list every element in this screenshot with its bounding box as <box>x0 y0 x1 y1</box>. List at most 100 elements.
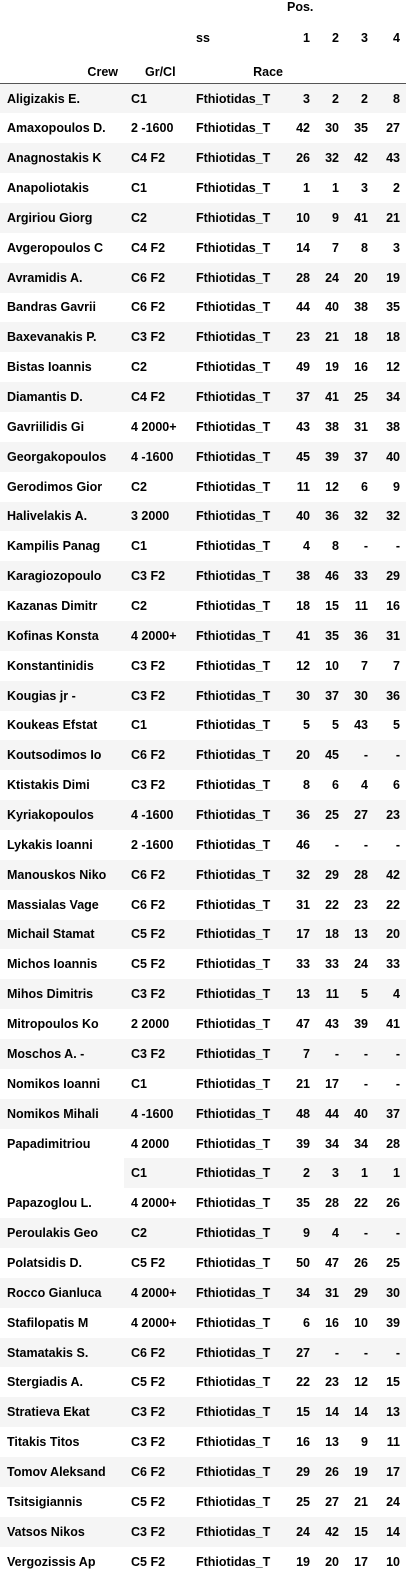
race-cell: Fthiotidas_T <box>196 84 283 114</box>
pos-cell-4: - <box>370 830 406 860</box>
race-cell: Fthiotidas_T <box>196 561 283 591</box>
pos-cell-2: 30 <box>312 113 341 143</box>
pos-cell-2: 44 <box>312 1099 341 1129</box>
pos-cell-4: 41 <box>370 1009 406 1039</box>
pos-cell-4: 33 <box>370 949 406 979</box>
table-row: Massialas VageC6 F2Fthiotidas_T31222322 <box>0 890 406 920</box>
pos-cell-4: 5 <box>370 711 406 741</box>
pos-cell-3: 23 <box>341 890 370 920</box>
race-cell: Fthiotidas_T <box>196 979 283 1009</box>
crew-cell: Kyriakopoulos <box>0 800 124 830</box>
table-row: Kougias jr -C3 F2Fthiotidas_T30373036 <box>0 681 406 711</box>
table-row: Mitropoulos Ko2 2000Fthiotidas_T47433941 <box>0 1009 406 1039</box>
pos-cell-3: 38 <box>341 293 370 323</box>
crew-cell <box>0 1158 124 1188</box>
pos-cell-1: 8 <box>283 770 312 800</box>
pos-cell-3: 28 <box>341 860 370 890</box>
pos-cell-4: 23 <box>370 800 406 830</box>
pos-cell-1: 14 <box>283 233 312 263</box>
crew-cell: Stamatakis S. <box>0 1338 124 1368</box>
pos-cell-1: 48 <box>283 1099 312 1129</box>
pos-cell-1: 13 <box>283 979 312 1009</box>
pos-cell-2: 33 <box>312 949 341 979</box>
pos-cell-3: 12 <box>341 1367 370 1397</box>
crew-cell: Ktistakis Dimi <box>0 770 124 800</box>
crew-cell: Koukeas Efstat <box>0 711 124 741</box>
pos-cell-2: 35 <box>312 621 341 651</box>
pos-cell-1: 20 <box>283 740 312 770</box>
pos-cell-2: 40 <box>312 293 341 323</box>
pos-cell-3: 18 <box>341 322 370 352</box>
pos-cell-3: 14 <box>341 1397 370 1427</box>
pos-cell-2: 28 <box>312 1188 341 1218</box>
pos-cell-1: 15 <box>283 1397 312 1427</box>
table-row: Manouskos NikoC6 F2Fthiotidas_T32292842 <box>0 860 406 890</box>
pos-cell-1: 35 <box>283 1188 312 1218</box>
pos-cell-4: 15 <box>370 1367 406 1397</box>
pos-cell-1: 24 <box>283 1517 312 1547</box>
race-cell: Fthiotidas_T <box>196 591 283 621</box>
race-cell: Fthiotidas_T <box>196 502 283 532</box>
crew-cell: Bistas Ioannis <box>0 352 124 382</box>
crew-cell: Peroulakis Geo <box>0 1218 124 1248</box>
grcl-header: Gr/Cl <box>124 61 196 84</box>
table-row: Anagnostakis KC4 F2Fthiotidas_T26324243 <box>0 143 406 173</box>
pos-cell-1: 7 <box>283 1039 312 1069</box>
pos-cell-3: 39 <box>341 1009 370 1039</box>
table-row: Kofinas Konsta4 2000+Fthiotidas_T4135363… <box>0 621 406 651</box>
table-row: Stratieva EkatC3 F2Fthiotidas_T15141413 <box>0 1397 406 1427</box>
race-cell: Fthiotidas_T <box>196 263 283 293</box>
pos-cell-2: 45 <box>312 740 341 770</box>
race-cell: Fthiotidas_T <box>196 711 283 741</box>
table-row: Georgakopoulos4 -1600Fthiotidas_T4539374… <box>0 442 406 472</box>
pos-cell-3: 3 <box>341 173 370 203</box>
pos-cell-2: 3 <box>312 1158 341 1188</box>
pos-cell-2: 41 <box>312 382 341 412</box>
pos-cell-4: 20 <box>370 920 406 950</box>
table-row: Bistas IoannisC2Fthiotidas_T49191612 <box>0 352 406 382</box>
race-cell: Fthiotidas_T <box>196 293 283 323</box>
table-row: Halivelakis A.3 2000Fthiotidas_T40363232 <box>0 502 406 532</box>
table-row: Kampilis PanagC1Fthiotidas_T48-- <box>0 531 406 561</box>
grcl-cell: 2 2000 <box>124 1009 196 1039</box>
crew-cell: Koutsodimos Io <box>0 740 124 770</box>
table-row: Gerodimos GiorC2Fthiotidas_T111269 <box>0 472 406 502</box>
ss-header: ss <box>196 14 283 61</box>
race-cell: Fthiotidas_T <box>196 382 283 412</box>
pos-cell-4: 2 <box>370 173 406 203</box>
crew-cell: Stafilopatis M <box>0 1308 124 1338</box>
crew-cell: Manouskos Niko <box>0 860 124 890</box>
pos-cell-2: 27 <box>312 1487 341 1517</box>
pos-cell-1: 46 <box>283 830 312 860</box>
pos-cell-1: 28 <box>283 263 312 293</box>
crew-cell: Aligizakis E. <box>0 84 124 114</box>
table-row: Kazanas DimitrC2Fthiotidas_T18151116 <box>0 591 406 621</box>
grcl-cell: C1 <box>124 173 196 203</box>
pos-cell-3: 36 <box>341 621 370 651</box>
pos-cell-4: 14 <box>370 1517 406 1547</box>
pos-cell-2: - <box>312 1338 341 1368</box>
table-row: Nomikos IoanniC1Fthiotidas_T2117-- <box>0 1069 406 1099</box>
results-table: Pos. ss 1 2 3 4 Crew Gr/Cl Race <box>0 0 406 1576</box>
pos-cell-1: 9 <box>283 1218 312 1248</box>
pos-cell-2: 21 <box>312 322 341 352</box>
pos-cell-3: - <box>341 531 370 561</box>
pos-header: Pos. <box>283 0 341 14</box>
crew-cell: Stratieva Ekat <box>0 1397 124 1427</box>
pos-cell-2: 37 <box>312 681 341 711</box>
crew-cell: Anagnostakis K <box>0 143 124 173</box>
race-cell: Fthiotidas_T <box>196 621 283 651</box>
race-cell: Fthiotidas_T <box>196 890 283 920</box>
pos-cell-3: 20 <box>341 263 370 293</box>
race-cell: Fthiotidas_T <box>196 143 283 173</box>
pos-cell-2: 1 <box>312 173 341 203</box>
race-cell: Fthiotidas_T <box>196 800 283 830</box>
pos-cell-2: 34 <box>312 1129 341 1159</box>
table-row: TsitsigiannisC5 F2Fthiotidas_T25272124 <box>0 1487 406 1517</box>
crew-cell: Rocco Gianluca <box>0 1278 124 1308</box>
crew-cell: Papadimitriou <box>0 1129 124 1159</box>
pos-cell-2: 18 <box>312 920 341 950</box>
grcl-cell: C3 F2 <box>124 561 196 591</box>
pos-cell-1: 17 <box>283 920 312 950</box>
pos-cell-4: 38 <box>370 412 406 442</box>
